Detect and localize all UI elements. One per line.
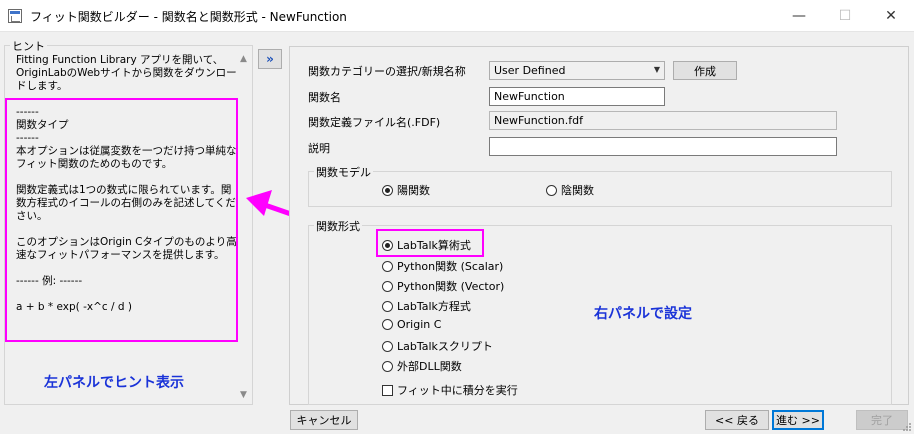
form-type-group-label: 関数形式 — [314, 218, 362, 234]
back-button[interactable]: << 戻る — [705, 410, 769, 430]
radio-python-scalar[interactable]: Python関数 (Scalar) — [382, 258, 503, 274]
radio-label: LabTalk方程式 — [397, 300, 471, 313]
next-button[interactable]: 進む >> — [772, 410, 824, 430]
right-panel-annotation: 右パネルで設定 — [594, 306, 692, 322]
checkbox-label: フィット中に積分を実行 — [397, 384, 518, 397]
settings-panel: 関数カテゴリーの選択/新規名称 User Defined ▼ 作成 関数名 Ne… — [289, 46, 909, 405]
radio-explicit[interactable]: 陽関数 — [382, 182, 430, 198]
file-label: 関数定義ファイル名(.FDF) — [308, 116, 441, 129]
resize-grip-icon[interactable] — [902, 422, 912, 432]
description-input[interactable] — [489, 137, 837, 156]
fdf-file-field: NewFunction.fdf — [489, 111, 837, 130]
arrow-head — [246, 190, 272, 216]
radio-indicator — [382, 260, 393, 272]
radio-label: 陽関数 — [397, 184, 430, 197]
category-value: User Defined — [494, 64, 566, 77]
category-label: 関数カテゴリーの選択/新規名称 — [308, 65, 466, 78]
model-group-label: 関数モデル — [314, 164, 373, 180]
function-name-input[interactable]: NewFunction — [489, 87, 665, 106]
finish-button: 完了 — [856, 410, 908, 430]
form-type-highlight-box — [376, 229, 484, 257]
radio-indicator — [546, 184, 557, 196]
radio-indicator — [382, 360, 393, 372]
radio-labtalk-equation[interactable]: LabTalk方程式 — [382, 298, 471, 314]
integrate-checkbox[interactable]: フィット中に積分を実行 — [382, 382, 518, 398]
checkbox-indicator — [382, 384, 393, 396]
radio-indicator — [382, 319, 393, 330]
radio-implicit[interactable]: 陰関数 — [546, 182, 594, 198]
radio-label: Python関数 (Vector) — [397, 280, 505, 293]
toggle-hint-button[interactable]: » — [258, 49, 282, 69]
radio-python-vector[interactable]: Python関数 (Vector) — [382, 278, 504, 294]
radio-label: Origin C — [397, 318, 442, 331]
radio-label: 陰関数 — [561, 184, 594, 197]
radio-indicator — [382, 340, 393, 352]
radio-label: LabTalkスクリプト — [397, 340, 493, 353]
radio-indicator — [382, 184, 393, 196]
radio-external-dll[interactable]: 外部DLL関数 — [382, 358, 462, 374]
create-button[interactable]: 作成 — [673, 61, 737, 80]
radio-indicator — [382, 300, 393, 312]
radio-label: Python関数 (Scalar) — [397, 260, 504, 273]
category-select[interactable]: User Defined ▼ — [489, 61, 665, 80]
cancel-button[interactable]: キャンセル — [290, 410, 358, 430]
radio-label: 外部DLL関数 — [397, 360, 462, 373]
radio-indicator — [382, 280, 393, 292]
radio-origin-c[interactable]: Origin C — [382, 318, 441, 331]
chevron-down-icon: ▼ — [653, 65, 660, 74]
description-label: 説明 — [308, 142, 330, 155]
radio-labtalk-script[interactable]: LabTalkスクリプト — [382, 338, 493, 354]
name-label: 関数名 — [308, 91, 341, 104]
